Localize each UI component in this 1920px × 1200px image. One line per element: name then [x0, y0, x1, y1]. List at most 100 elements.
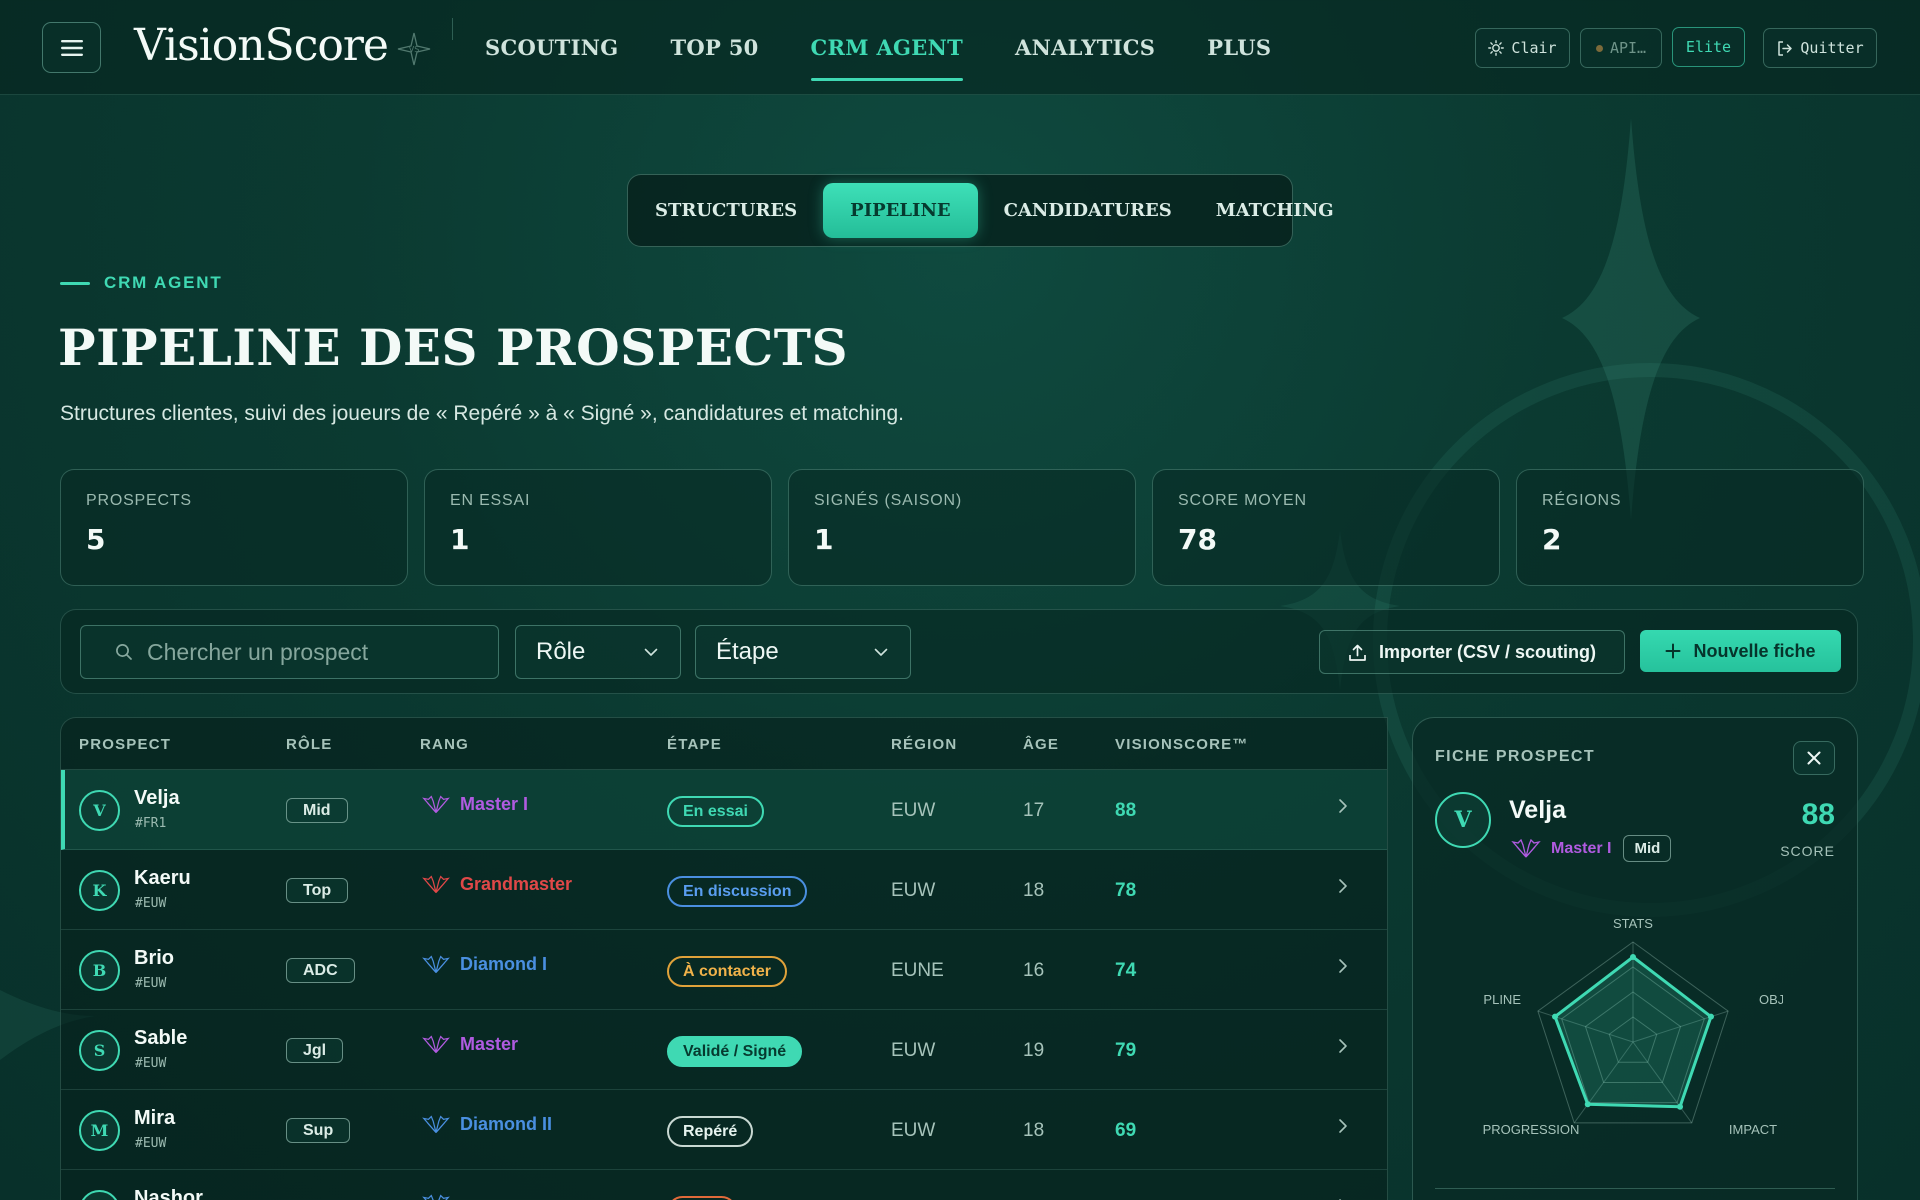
age-cell: 17 — [1023, 800, 1045, 821]
radar-axis-label: OBJECTII — [1759, 992, 1783, 1007]
visionscore-cell: 88 — [1115, 800, 1137, 821]
search-input[interactable]: Chercher un prospect — [80, 625, 499, 679]
prospect-name: Brio — [134, 947, 174, 969]
rank-cell: Master — [420, 1034, 518, 1055]
stage-select[interactable]: Étape — [695, 625, 911, 679]
rank-label: Diamond II — [460, 1114, 553, 1134]
sun-icon — [1488, 40, 1505, 56]
crm-subtabs: STRUCTURES PIPELINE CANDIDATURES MATCHIN… — [627, 174, 1334, 247]
stage-badge: Repéré — [667, 1116, 754, 1147]
chevron-right-icon[interactable] — [1337, 796, 1349, 816]
chevron-right-icon[interactable] — [1337, 876, 1349, 896]
table-row[interactable]: M Mira #EUW Sup Diamond II Repéré EUW 18… — [61, 1090, 1387, 1170]
column-header-stage[interactable]: ÉTAPE — [667, 736, 722, 753]
rank-wings-icon — [422, 1034, 450, 1053]
page-title: PIPELINE DES PROSPECTS — [58, 318, 849, 377]
panel-player-name: Velja — [1509, 796, 1566, 824]
rank-wings-icon — [422, 954, 450, 973]
stat-card-signes: SIGNÉS (SAISON) 1 — [788, 469, 1136, 586]
close-panel-button[interactable] — [1793, 741, 1835, 775]
theme-toggle-label: Clair — [1511, 39, 1557, 57]
quit-label: Quitter — [1800, 39, 1864, 57]
prospect-tag: #EUW — [135, 896, 167, 911]
import-button[interactable]: Importer (CSV / scouting) — [1319, 630, 1625, 674]
prospect-name: Velja — [134, 787, 180, 809]
visionscore-cell: 78 — [1115, 880, 1137, 901]
api-status-button[interactable]: API… — [1580, 28, 1662, 68]
radar-axis-label: SCIPLINE — [1483, 992, 1521, 1007]
table-row[interactable]: V Velja #FR1 Mid Master I En essai EUW 1… — [61, 770, 1387, 850]
column-header-age[interactable]: ÂGE — [1023, 736, 1059, 753]
hamburger-icon — [60, 39, 83, 56]
tab-structures[interactable]: STRUCTURES — [637, 183, 815, 238]
stat-card-en-essai: EN ESSAI 1 — [424, 469, 772, 586]
page-subtitle: Structures clientes, suivi des joueurs d… — [60, 402, 904, 425]
tab-pipeline[interactable]: PIPELINE — [823, 183, 978, 238]
table-row[interactable]: N Nashor — [61, 1170, 1387, 1200]
chevron-right-icon[interactable] — [1337, 1116, 1349, 1136]
nav-item-top-50[interactable]: TOP 50 — [670, 0, 758, 95]
region-cell: EUNE — [891, 960, 944, 981]
radar-point — [1552, 1013, 1559, 1020]
column-header-visionscore[interactable]: VISIONSCORE™ — [1115, 736, 1249, 753]
nav-item-plus[interactable]: PLUS — [1207, 0, 1271, 95]
radar-point — [1677, 1103, 1684, 1110]
stat-value: 1 — [450, 523, 470, 556]
prospect-name: Nashor — [134, 1187, 203, 1200]
role-select[interactable]: Rôle — [515, 625, 681, 679]
quit-button[interactable]: Quitter — [1763, 28, 1877, 68]
nav-item-scouting[interactable]: SCOUTING — [485, 0, 618, 95]
plan-badge[interactable]: Elite — [1672, 27, 1745, 67]
stat-label: RÉGIONS — [1542, 492, 1622, 509]
column-header-prospect[interactable]: PROSPECT — [79, 736, 171, 753]
api-status-dot — [1595, 44, 1603, 52]
table-row[interactable]: B Brio #EUW ADC Diamond I À contacter EU… — [61, 930, 1387, 1010]
table-row[interactable]: K Kaeru #EUW Top Grandmaster En discussi… — [61, 850, 1387, 930]
app-logo[interactable]: VisionScore — [134, 18, 389, 74]
chevron-right-icon[interactable] — [1337, 1196, 1349, 1200]
search-placeholder: Chercher un prospect — [147, 638, 369, 665]
eyebrow-label: CRM AGENT — [104, 273, 223, 292]
column-header-role[interactable]: RÔLE — [286, 736, 332, 753]
tab-matching[interactable]: MATCHING — [1198, 183, 1352, 238]
panel-role-pill: Mid — [1623, 835, 1672, 862]
skills-radar-chart: STATS OBJECTII IMPACT PROGRESSION SCIPLINE — [1483, 916, 1783, 1137]
prospect-avatar: N — [79, 1190, 120, 1200]
tab-candidatures[interactable]: CANDIDATURES — [986, 183, 1190, 238]
rank-wings-icon — [422, 1194, 450, 1200]
search-icon — [116, 644, 132, 660]
nav-item-analytics[interactable]: ANALYTICS — [1015, 0, 1155, 95]
vs-badge-icon: VS — [397, 32, 431, 66]
column-header-rank[interactable]: RANG — [420, 736, 469, 753]
stage-badge: Validé / Signé — [667, 1036, 803, 1067]
prospect-tag: #EUW — [135, 976, 167, 991]
stat-card-prospects: PROSPECTS 5 — [60, 469, 408, 586]
table-header: PROSPECT RÔLE RANG ÉTAPE RÉGION ÂGE VISI… — [61, 718, 1387, 770]
role-pill: Mid — [286, 798, 348, 823]
region-cell: EUW — [891, 1040, 936, 1061]
stage-badge — [667, 1196, 737, 1200]
column-header-region[interactable]: RÉGION — [891, 736, 957, 753]
chevron-right-icon[interactable] — [1337, 956, 1349, 976]
chevron-right-icon[interactable] — [1337, 1036, 1349, 1056]
table-row[interactable]: S Sable #EUW Jgl Master Validé / Signé E… — [61, 1010, 1387, 1090]
prospect-name: Sable — [134, 1027, 188, 1049]
rank-wings-icon — [1511, 838, 1541, 857]
stage-badge: À contacter — [667, 956, 788, 987]
age-cell: 18 — [1023, 1120, 1045, 1141]
role-pill: Top — [286, 878, 349, 903]
rank-cell: Grandmaster — [420, 874, 572, 895]
prospect-avatar: K — [79, 870, 120, 911]
hamburger-menu-button[interactable] — [42, 22, 101, 73]
prospect-avatar: M — [79, 1110, 120, 1151]
rank-label: Master I — [460, 794, 529, 814]
panel-avatar: V — [1435, 792, 1491, 848]
top-navigation-bar: VisionScore VS SCOUTING TOP 50 CRM AGENT… — [0, 0, 1920, 95]
rank-wings-icon — [422, 1114, 450, 1133]
rank-label: Diamond I — [460, 954, 548, 974]
nav-item-crm-agent[interactable]: CRM AGENT — [810, 0, 964, 95]
new-prospect-button[interactable]: Nouvelle fiche — [1640, 630, 1841, 672]
chevron-down-icon — [644, 648, 658, 656]
stat-label: SIGNÉS (SAISON) — [814, 492, 963, 509]
theme-toggle-button[interactable]: Clair — [1475, 28, 1570, 68]
